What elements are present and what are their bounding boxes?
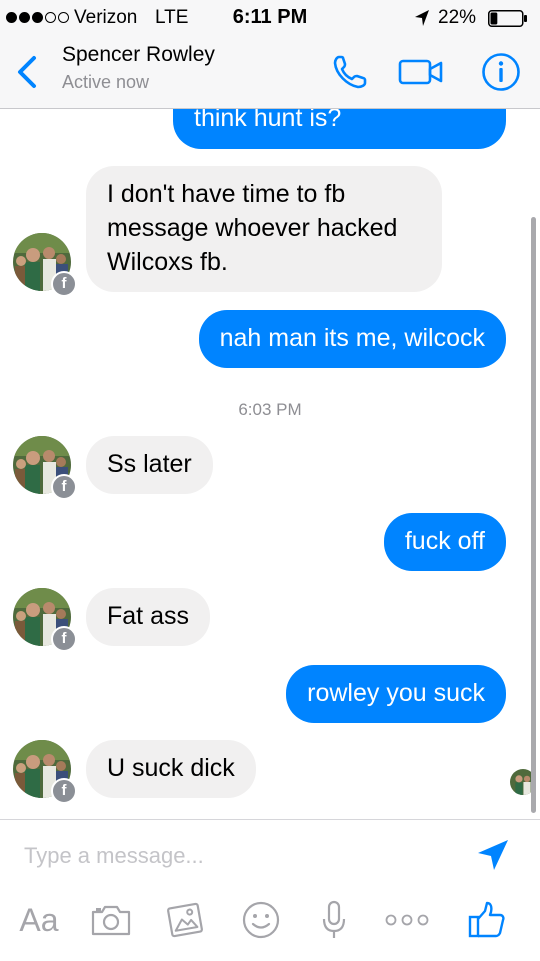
message-text: think hunt is? <box>194 109 342 132</box>
battery-percent: 22% <box>438 7 477 28</box>
message-text: Fat ass <box>107 602 189 630</box>
facebook-badge-icon: f <box>51 626 77 652</box>
message-text: fuck off <box>404 527 485 555</box>
message-text: rowley you suck <box>307 679 485 707</box>
voice-button[interactable] <box>314 896 354 944</box>
more-button[interactable] <box>382 896 432 944</box>
message-list[interactable]: think hunt is? f I don't have time to fb… <box>0 109 540 819</box>
message-input[interactable] <box>24 836 444 876</box>
thumbs-up-icon <box>468 901 505 938</box>
facebook-badge-icon: f <box>51 474 77 500</box>
sticker-button[interactable] <box>238 896 284 944</box>
outgoing-message[interactable]: rowley you suck <box>286 665 506 723</box>
message-timestamp: 6:03 PM <box>238 400 302 419</box>
smiley-icon <box>242 901 280 939</box>
facebook-badge-icon: f <box>51 271 77 297</box>
camera-icon <box>91 905 131 936</box>
back-chevron-icon[interactable] <box>12 54 42 90</box>
camera-button[interactable] <box>88 896 134 944</box>
gallery-button[interactable] <box>162 896 208 944</box>
message-text: I don't have time to fb message whoever … <box>107 180 398 276</box>
scrollbar[interactable] <box>531 217 536 813</box>
message-text: nah man its me, wilcock <box>219 324 485 352</box>
conversation-header: Spencer Rowley Active now <box>0 36 540 109</box>
facebook-badge-icon: f <box>51 778 77 804</box>
composer: Aa <box>0 819 540 961</box>
message-text: Ss later <box>107 450 192 478</box>
microphone-icon <box>322 900 346 938</box>
incoming-message[interactable]: U suck dick <box>86 740 256 798</box>
outgoing-message[interactable]: think hunt is? <box>173 109 506 149</box>
incoming-message[interactable]: Ss later <box>86 436 213 494</box>
image-icon <box>167 902 203 938</box>
info-icon[interactable] <box>481 52 521 92</box>
active-status: Active now <box>62 72 150 92</box>
location-arrow-icon <box>415 10 429 26</box>
incoming-message[interactable]: I don't have time to fb message whoever … <box>86 166 442 292</box>
font-button[interactable]: Aa <box>14 896 64 944</box>
contact-name[interactable]: Spencer Rowley <box>62 43 215 67</box>
status-bar: Verizon LTE 6:11 PM 22% <box>0 0 540 36</box>
battery-icon <box>488 10 527 27</box>
outgoing-message[interactable]: fuck off <box>383 513 506 571</box>
incoming-message[interactable]: Fat ass <box>86 588 210 646</box>
video-camera-icon[interactable] <box>398 56 444 88</box>
more-dots-icon <box>385 914 429 926</box>
outgoing-message[interactable]: nah man its me, wilcock <box>198 310 506 368</box>
phone-icon[interactable] <box>330 52 370 92</box>
font-button-label: Aa <box>19 901 59 938</box>
message-text: U suck dick <box>107 754 235 782</box>
like-button[interactable] <box>464 896 510 944</box>
send-arrow-icon[interactable] <box>474 836 512 874</box>
